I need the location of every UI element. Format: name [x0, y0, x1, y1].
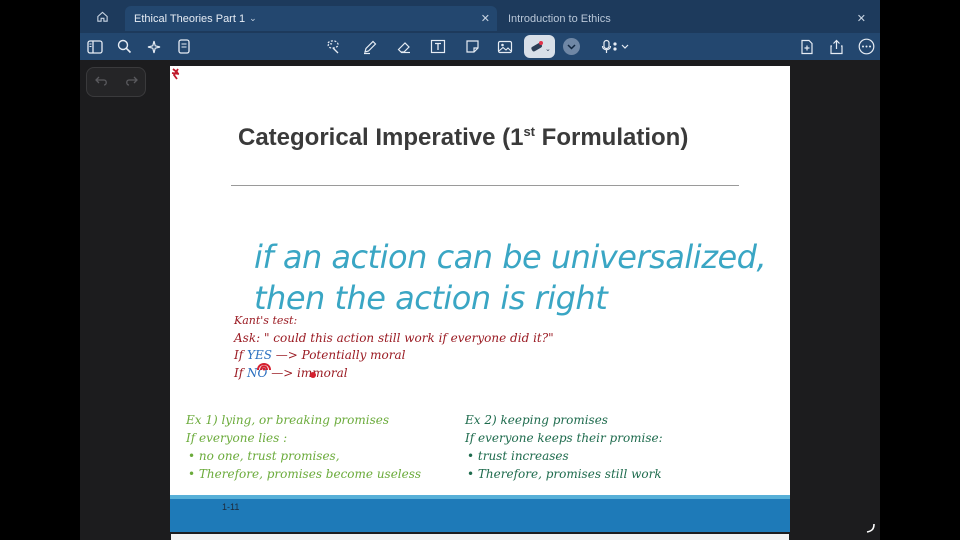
right-letterbox: [880, 0, 960, 540]
resize-handle-icon[interactable]: [865, 522, 877, 534]
ex1-bullet2: • Therefore, promises become useless: [188, 467, 422, 481]
eraser-icon[interactable]: [393, 33, 415, 60]
add-page-icon[interactable]: [796, 33, 818, 60]
svg-text:⌄: ⌄: [545, 45, 551, 53]
note-no-line: If NO —> immoral: [234, 366, 348, 380]
page-number: 1-11: [222, 502, 240, 512]
share-icon[interactable]: [825, 33, 847, 60]
toolbar: ⌄: [80, 33, 880, 60]
slide-title: Categorical Imperative (1st Formulation): [238, 124, 758, 152]
ex1-line1: If everyone lies :: [186, 431, 288, 445]
slide-footer: 1-11: [170, 499, 790, 532]
quote-line-2: then the action is right: [254, 279, 608, 317]
search-icon[interactable]: [113, 33, 135, 60]
notes-app-window: Ethical Theories Part 1 ⌄ ✕ Introduction…: [80, 0, 880, 540]
microphone-icon[interactable]: [598, 33, 632, 60]
tab-introduction-to-ethics[interactable]: Introduction to Ethics ✕: [500, 6, 872, 31]
tab-label: Ethical Theories Part 1: [134, 12, 246, 25]
slide-title-end: Formulation): [535, 124, 689, 151]
pointer-dot-icon: [310, 372, 316, 378]
text-box-icon[interactable]: [427, 33, 449, 60]
tab-ethical-theories-part-1[interactable]: Ethical Theories Part 1 ⌄ ✕: [125, 6, 497, 31]
sticky-note-icon[interactable]: [461, 33, 483, 60]
chevron-down-icon[interactable]: [563, 38, 580, 55]
ex2-bullet2: • Therefore, promises still work: [467, 467, 662, 481]
undo-redo-group: [86, 67, 146, 97]
quote-line-1: if an action can be universalized,: [254, 238, 767, 276]
note-if-label: If: [234, 366, 244, 380]
note-if-label: If: [234, 348, 244, 362]
note-potentially-moral: —> Potentially moral: [275, 348, 406, 362]
home-icon[interactable]: [92, 4, 112, 29]
pen-icon[interactable]: [359, 33, 381, 60]
tab-label: Introduction to Ethics: [508, 12, 611, 25]
next-page-edge: [171, 534, 789, 540]
laser-pointer-icon[interactable]: ⌄: [524, 35, 555, 58]
image-icon[interactable]: [494, 33, 516, 60]
undo-icon[interactable]: [94, 73, 109, 91]
ex2-bullet1: • trust increases: [467, 449, 569, 463]
close-icon[interactable]: ✕: [481, 12, 490, 25]
more-icon[interactable]: [855, 33, 877, 60]
note-ask: Ask: " could this action still work if e…: [234, 331, 554, 345]
sidebar-icon[interactable]: [84, 33, 106, 60]
tab-bar: Ethical Theories Part 1 ⌄ ✕ Introduction…: [80, 0, 880, 33]
slide-title-main: Categorical Imperative (1: [238, 124, 524, 151]
red-ink-mark: [171, 68, 180, 80]
note-kants-test: Kant's test:: [234, 314, 298, 327]
title-divider: [231, 185, 739, 186]
slide-page[interactable]: Categorical Imperative (1st Formulation)…: [170, 66, 790, 532]
sparkle-icon[interactable]: [143, 33, 165, 60]
ex1-title: Ex 1) lying, or breaking promises: [186, 413, 390, 427]
document-canvas[interactable]: Categorical Imperative (1st Formulation)…: [80, 60, 880, 540]
ex2-line1: If everyone keeps their promise:: [465, 431, 663, 445]
left-letterbox: [0, 0, 80, 540]
close-icon[interactable]: ✕: [857, 12, 866, 25]
pointer-cursor-icon: [257, 363, 271, 371]
ex2-title: Ex 2) keeping promises: [465, 413, 608, 427]
chevron-down-icon[interactable]: ⌄: [249, 13, 257, 24]
redo-icon[interactable]: [124, 73, 138, 91]
ex1-bullet1: • no one, trust promises,: [188, 449, 340, 463]
slide-title-superscript: st: [523, 124, 536, 139]
document-icon[interactable]: [173, 33, 195, 60]
lasso-icon[interactable]: [322, 33, 344, 60]
